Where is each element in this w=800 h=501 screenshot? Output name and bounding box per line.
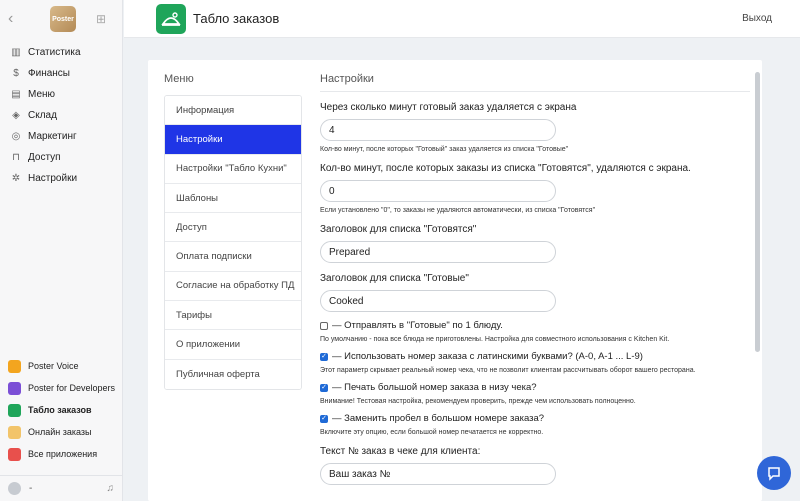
option-checkbox[interactable]: ✓ bbox=[320, 383, 328, 392]
page-header: Табло заказов Выход bbox=[124, 0, 800, 38]
menu-item-1[interactable]: Настройки bbox=[165, 125, 301, 155]
user-label[interactable]: - bbox=[29, 483, 32, 494]
target-icon: ◎ bbox=[11, 131, 21, 142]
settings-form: Настройки Через сколько минут готовый за… bbox=[320, 73, 750, 485]
option-label[interactable]: — Печать большой номер заказа в низу чек… bbox=[332, 382, 537, 393]
sidebar-app-label: Poster for Developers bbox=[28, 383, 116, 393]
option-hint: Этот параметр скрывает реальный номер че… bbox=[320, 367, 696, 374]
option-row-2: ✓ — Печать большой номер заказа в низу че… bbox=[320, 382, 750, 393]
delete-minutes-label: Через сколько минут готовый заказ удаляе… bbox=[320, 102, 577, 113]
dollar-icon: $ bbox=[13, 68, 19, 79]
menu-item-6[interactable]: Согласие на обработку ПД bbox=[165, 271, 301, 302]
receipt-text-input[interactable] bbox=[320, 463, 556, 485]
sidebar-app-1[interactable]: Poster for Developers bbox=[0, 377, 122, 399]
menu-item-0[interactable]: Информация bbox=[165, 96, 301, 126]
sidebar-app-label: Poster Voice bbox=[28, 361, 79, 371]
sidebar-item-4[interactable]: ◎ Маркетинг bbox=[0, 126, 122, 147]
sidebar-app-label: Табло заказов bbox=[28, 405, 92, 415]
sidebar-item-label: Склад bbox=[28, 110, 57, 121]
sidebar-item-label: Настройки bbox=[28, 173, 78, 184]
settings-menu: Информация Настройки Настройки "Табло Кухн… bbox=[164, 95, 302, 390]
sidebar-item-1[interactable]: $ Финансы bbox=[0, 63, 122, 84]
sidebar-item-0[interactable]: ▥ Статистика bbox=[0, 42, 122, 63]
back-arrow-icon[interactable]: ‹ bbox=[8, 10, 22, 28]
box-icon: ◈ bbox=[12, 110, 20, 121]
sidebar-item-label: Меню bbox=[28, 89, 56, 100]
sidebar-app-label: Онлайн заказы bbox=[28, 427, 92, 437]
sidebar-apps: Poster Voice Poster for Developers Табло з… bbox=[0, 355, 122, 465]
poster-logo[interactable]: Poster bbox=[50, 6, 76, 32]
preparing-minutes-label: Кол-во минут, после которых заказы из сп… bbox=[320, 163, 691, 174]
order-board-icon bbox=[8, 403, 21, 417]
menu-item-9[interactable]: Публичная оферта bbox=[165, 359, 301, 389]
sidebar-app-0[interactable]: Poster Voice bbox=[0, 355, 122, 377]
menu-item-3[interactable]: Шаблоны bbox=[165, 183, 301, 214]
sidebar-item-2[interactable]: ▤ Меню bbox=[0, 84, 122, 105]
sidebar-item-6[interactable]: ✲ Настройки bbox=[0, 168, 122, 189]
poster-voice-icon bbox=[8, 359, 21, 373]
lock-icon: ⊓ bbox=[12, 152, 20, 163]
bar-chart-icon: ▥ bbox=[11, 47, 21, 58]
logout-link[interactable]: Выход bbox=[742, 13, 772, 24]
option-label[interactable]: — Заменить пробел в большом номере заказ… bbox=[332, 413, 544, 424]
menu-item-2[interactable]: Настройки "Табло Кухни" bbox=[165, 154, 301, 184]
chat-button[interactable] bbox=[757, 456, 791, 490]
sidebar-app-2[interactable]: Табло заказов bbox=[0, 399, 122, 421]
gear-icon: ✲ bbox=[11, 173, 21, 184]
sidebar-item-label: Статистика bbox=[28, 47, 81, 58]
all-apps-icon bbox=[8, 447, 21, 461]
sidebar-footer: - ♫ bbox=[0, 475, 122, 501]
option-checkbox[interactable]: ✓ bbox=[320, 352, 328, 361]
menu-item-4[interactable]: Доступ bbox=[165, 213, 301, 243]
sidebar-item-label: Финансы bbox=[28, 68, 70, 79]
delete-minutes-input[interactable] bbox=[320, 119, 556, 141]
option-row-0: — Отправлять в "Готовые" по 1 блюду. bbox=[320, 320, 750, 331]
bell-icon[interactable]: ♫ bbox=[107, 483, 115, 494]
sidebar-item-5[interactable]: ⊓ Доступ bbox=[0, 147, 122, 168]
preparing-minutes-input[interactable] bbox=[320, 180, 556, 202]
menu-title: Меню bbox=[164, 73, 194, 85]
avatar[interactable] bbox=[8, 482, 21, 495]
sidebar-top: ‹ Poster ⊞ bbox=[0, 0, 122, 38]
menu-item-7[interactable]: Тарифы bbox=[165, 301, 301, 331]
menu-item-5[interactable]: Оплата подписки bbox=[165, 242, 301, 272]
order-board-logo-icon bbox=[156, 3, 186, 34]
developers-icon bbox=[8, 381, 21, 395]
settings-title: Настройки bbox=[320, 73, 750, 92]
left-sidebar: ‹ Poster ⊞ ▥ Статистика $ Финансы ▤ Меню ◈ Скла… bbox=[0, 0, 123, 501]
sidebar-app-4[interactable]: Все приложения bbox=[0, 443, 122, 465]
sidebar-app-3[interactable]: Онлайн заказы bbox=[0, 421, 122, 443]
option-hint: Включите эту опцию, если большой номер п… bbox=[320, 429, 544, 436]
option-hint: Внимание! Тестовая настройка, рекомендуе… bbox=[320, 398, 636, 405]
options-list: — Отправлять в "Готовые" по 1 блюду. По у… bbox=[320, 320, 750, 436]
option-row-1: ✓ — Использовать номер заказа с латинским… bbox=[320, 351, 750, 362]
grid-icon[interactable]: ⊞ bbox=[96, 12, 106, 26]
document-icon: ▤ bbox=[11, 89, 21, 100]
scrollbar[interactable] bbox=[755, 72, 760, 352]
preparing-header-label: Заголовок для списка "Готовятся" bbox=[320, 224, 477, 235]
sidebar-item-3[interactable]: ◈ Склад bbox=[0, 105, 122, 126]
online-orders-icon bbox=[8, 425, 21, 439]
delete-minutes-hint: Кол-во минут, после которых "Готовый" за… bbox=[320, 146, 569, 153]
sidebar-app-label: Все приложения bbox=[28, 449, 98, 459]
ready-header-input[interactable] bbox=[320, 290, 556, 312]
option-row-3: ✓ — Заменить пробел в большом номере зака… bbox=[320, 413, 750, 424]
preparing-header-input[interactable] bbox=[320, 241, 556, 263]
option-label[interactable]: — Отправлять в "Готовые" по 1 блюду. bbox=[332, 320, 503, 331]
sidebar-nav: ▥ Статистика $ Финансы ▤ Меню ◈ Склад ◎ Маркетинг… bbox=[0, 42, 122, 189]
option-label[interactable]: — Использовать номер заказа с латинскими… bbox=[332, 351, 643, 362]
preparing-minutes-hint: Если установлено "0", то заказы не удаля… bbox=[320, 207, 596, 214]
chat-icon bbox=[768, 467, 780, 481]
page-title: Табло заказов bbox=[193, 11, 280, 26]
sidebar-item-label: Маркетинг bbox=[28, 131, 77, 142]
ready-header-label: Заголовок для списка "Готовые" bbox=[320, 273, 469, 284]
menu-item-8[interactable]: О приложении bbox=[165, 330, 301, 360]
sidebar-item-label: Доступ bbox=[28, 152, 61, 163]
settings-card: Меню Информация Настройки Настройки "Табло… bbox=[148, 60, 762, 501]
receipt-text-label: Текст № заказ в чеке для клиента: bbox=[320, 446, 481, 457]
option-checkbox[interactable]: ✓ bbox=[320, 414, 328, 423]
option-checkbox[interactable] bbox=[320, 321, 328, 330]
option-hint: По умолчанию - пока все блюда не пригото… bbox=[320, 336, 670, 343]
